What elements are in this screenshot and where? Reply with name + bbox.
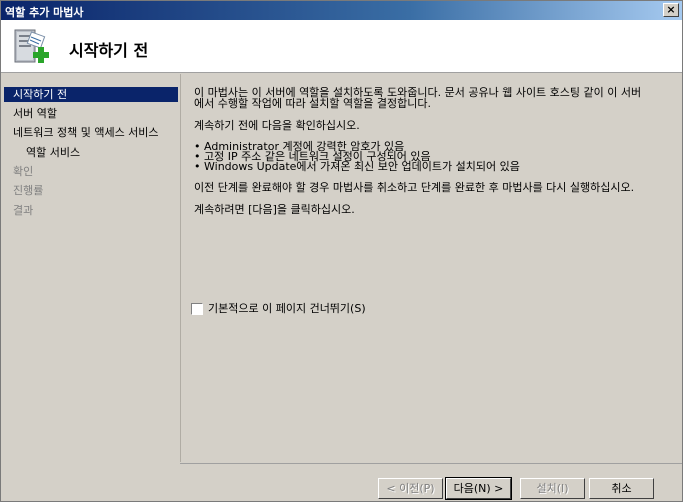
wizard-header: 시작하기 전 [1, 20, 682, 73]
cancel-note: 이전 단계를 완료해야 할 경우 마법사를 취소하고 단계를 완료한 후 마법사… [194, 181, 635, 194]
intro-text-line2: 에서 수행할 작업에 따라 설치할 역할을 결정합니다. [194, 97, 431, 110]
previous-button[interactable]: < 이전(P) [378, 478, 443, 499]
sidebar-item-before-you-begin[interactable]: 시작하기 전 [4, 87, 178, 102]
content-pane: 이 마법사는 이 서버에 역할을 설치하도록 도와줍니다. 문서 공유나 웹 사… [180, 74, 682, 462]
skip-page-label[interactable]: 기본적으로 이 페이지 건너뛰기(S) [208, 303, 366, 315]
button-bar: < 이전(P) 다음(N) > 설치(I) 취소 [180, 463, 682, 501]
window-title: 역할 추가 마법사 [5, 6, 84, 19]
title-bar[interactable]: 역할 추가 마법사 × [1, 1, 682, 20]
sidebar-item-results: 결과 [13, 204, 34, 217]
page-title: 시작하기 전 [69, 41, 149, 60]
requirement-item: Windows Update에서 가져온 최신 보안 업데이트가 설치되어 있음 [204, 160, 520, 173]
next-button[interactable]: 다음(N) > [445, 477, 512, 500]
server-add-icon [14, 29, 49, 63]
sidebar-item-server-roles[interactable]: 서버 역할 [4, 106, 178, 121]
verify-heading: 계속하기 전에 다음을 확인하십시오. [194, 119, 360, 132]
wizard-window: 역할 추가 마법사 × 시작하기 전 시작하기 전 서버 역할 네트워크 정책 … [0, 0, 683, 502]
bullet-marker: • [194, 160, 201, 173]
continue-note: 계속하려면 [다음]을 클릭하십시오. [194, 203, 355, 216]
sidebar-item-role-services[interactable]: 역할 서비스 [4, 145, 178, 160]
sidebar-item-confirmation: 확인 [13, 165, 34, 178]
cancel-button[interactable]: 취소 [589, 478, 654, 499]
skip-page-checkbox[interactable] [191, 303, 203, 315]
sidebar-item-network-policy[interactable]: 네트워크 정책 및 액세스 서비스 [4, 125, 178, 140]
sidebar-item-progress: 진행률 [13, 184, 44, 197]
close-button[interactable]: × [663, 3, 679, 17]
sidebar: 시작하기 전 서버 역할 네트워크 정책 및 액세스 서비스 역할 서비스 확인… [2, 74, 179, 501]
install-button[interactable]: 설치(I) [520, 478, 585, 499]
